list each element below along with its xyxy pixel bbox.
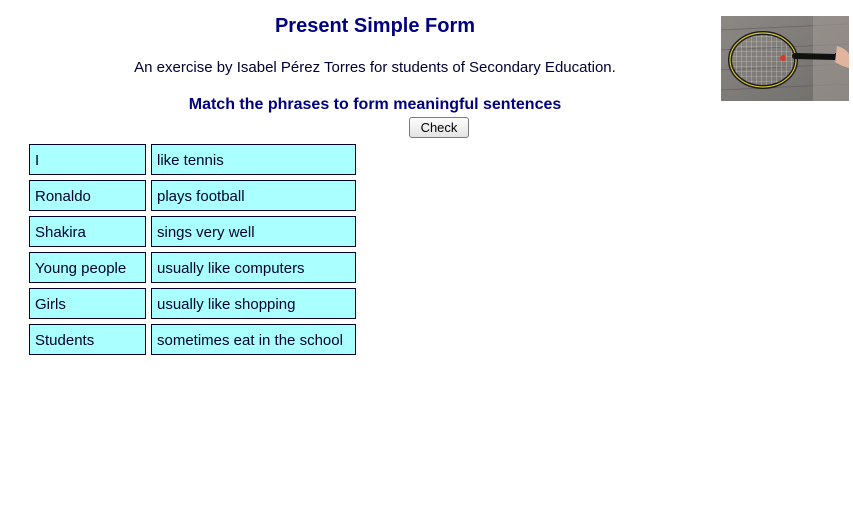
phrase-cell[interactable]: sings very well	[151, 216, 356, 247]
table-row: Young people usually like computers	[29, 252, 356, 283]
page-title: Present Simple Form	[274, 15, 476, 37]
subject-cell: Students	[29, 324, 146, 355]
page-subtitle: An exercise by Isabel Pérez Torres for s…	[134, 59, 616, 76]
subject-cell: I	[29, 144, 146, 175]
exercise-page: Present Simple Form An exercise by Isabe…	[0, 0, 853, 513]
check-button[interactable]: Check	[409, 117, 469, 138]
phrase-cell[interactable]: usually like shopping	[151, 288, 356, 319]
table-row: Students sometimes eat in the school	[29, 324, 356, 355]
table-row: Girls usually like shopping	[29, 288, 356, 319]
subject-cell: Shakira	[29, 216, 146, 247]
subject-cell: Girls	[29, 288, 146, 319]
matching-table: I like tennis Ronaldo plays football Sha…	[29, 144, 356, 360]
table-row: I like tennis	[29, 144, 356, 175]
instructions: Match the phrases to form meaningful sen…	[188, 96, 562, 113]
table-row: Ronaldo plays football	[29, 180, 356, 211]
phrase-cell[interactable]: plays football	[151, 180, 356, 211]
table-row: Shakira sings very well	[29, 216, 356, 247]
phrase-cell[interactable]: like tennis	[151, 144, 356, 175]
subject-cell: Ronaldo	[29, 180, 146, 211]
subject-cell: Young people	[29, 252, 146, 283]
phrase-cell[interactable]: usually like computers	[151, 252, 356, 283]
tennis-racket-photo	[721, 16, 849, 101]
phrase-cell[interactable]: sometimes eat in the school	[151, 324, 356, 355]
